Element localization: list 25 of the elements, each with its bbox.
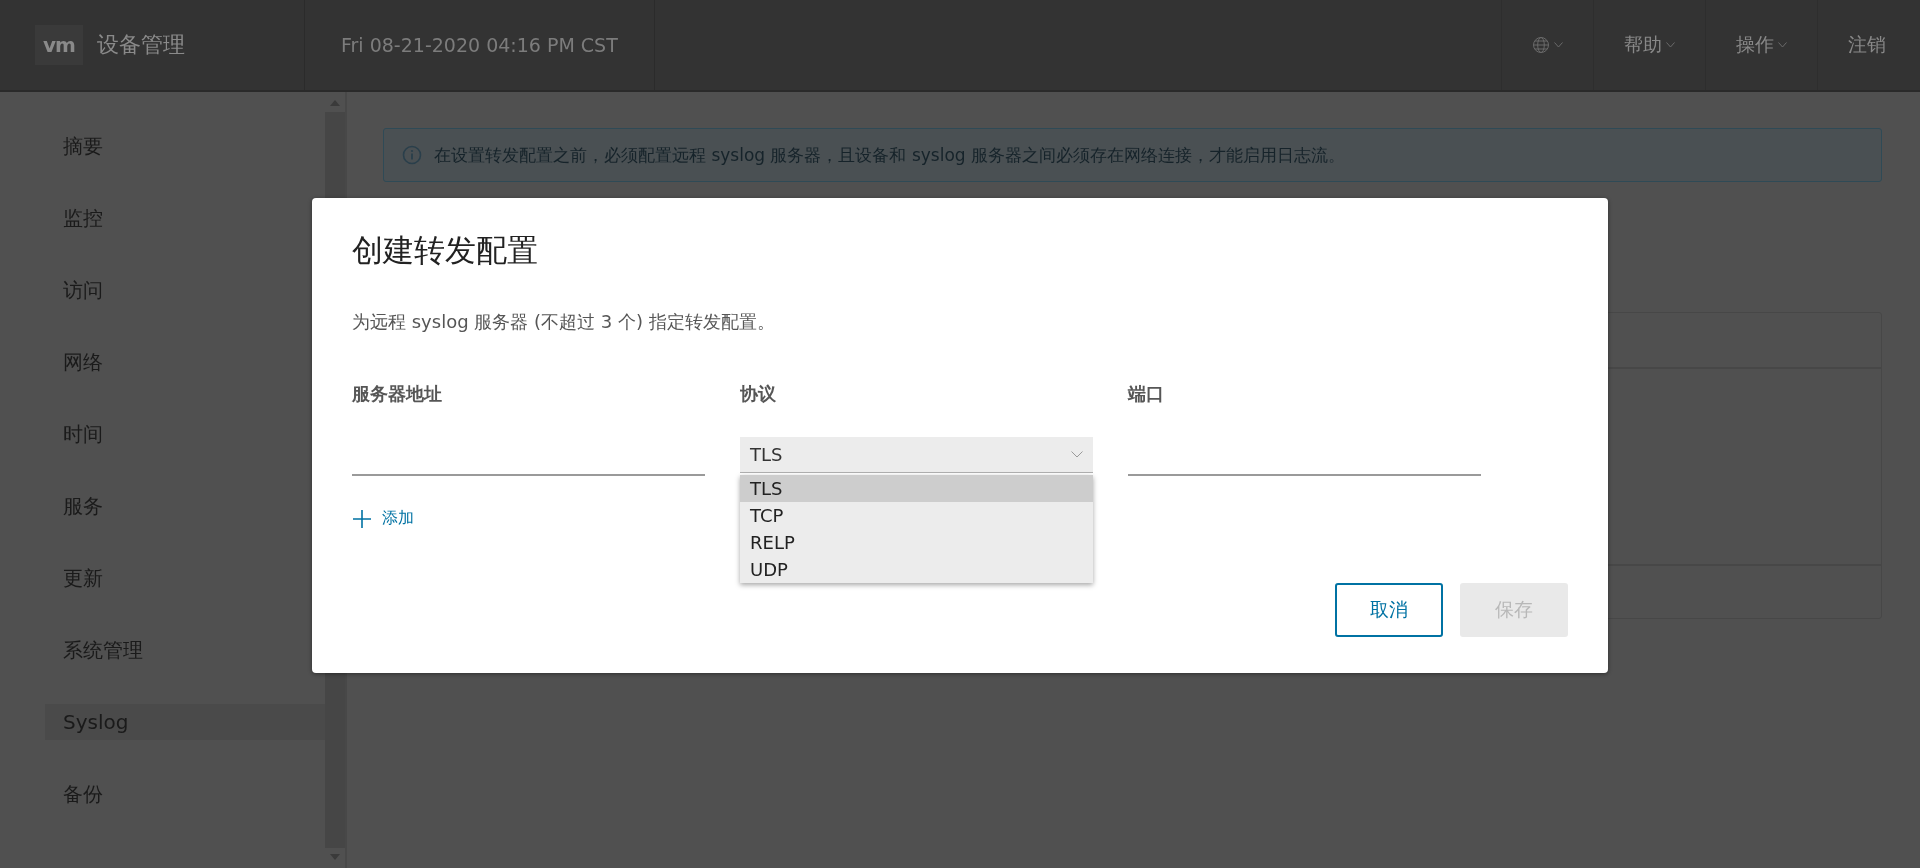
caret-icon — [1778, 42, 1787, 48]
caret-icon — [1071, 451, 1083, 458]
plus-icon — [352, 508, 372, 529]
field-label: 端口 — [1128, 382, 1165, 406]
add-link[interactable]: 添加 — [352, 508, 414, 529]
menu-dropdown[interactable]: 帮助 — [1593, 0, 1705, 90]
caret-icon — [1666, 42, 1675, 48]
date-time: Fri 08-21-2020 04:16 PM CST — [305, 0, 655, 90]
vm-logo: vm — [35, 25, 83, 65]
app-title: 设备管理 — [96, 31, 185, 59]
dialog-description: 为远程 syslog 服务器 (不超过 3 个) 指定转发配置。 — [352, 310, 776, 334]
globe-icon — [1532, 36, 1550, 54]
dialog-title: 创建转发配置 — [352, 231, 539, 270]
dropdown-option[interactable]: TLS — [740, 475, 1093, 502]
dropdown-option[interactable]: UDP — [740, 556, 1093, 583]
protocol-select[interactable]: TLS — [740, 437, 1093, 473]
dropdown-option[interactable]: TCP — [740, 502, 1093, 529]
cancel-button[interactable]: 取消 — [1335, 583, 1443, 637]
field-label: 协议 — [740, 382, 777, 406]
field-label: 服务器地址 — [352, 382, 443, 406]
menu-dropdown[interactable]: 操作 — [1705, 0, 1817, 90]
info-icon — [402, 145, 422, 165]
dropdown-option[interactable]: RELP — [740, 529, 1093, 556]
caret-icon — [1554, 42, 1563, 48]
logout-link[interactable]: 注销 — [1817, 0, 1920, 90]
